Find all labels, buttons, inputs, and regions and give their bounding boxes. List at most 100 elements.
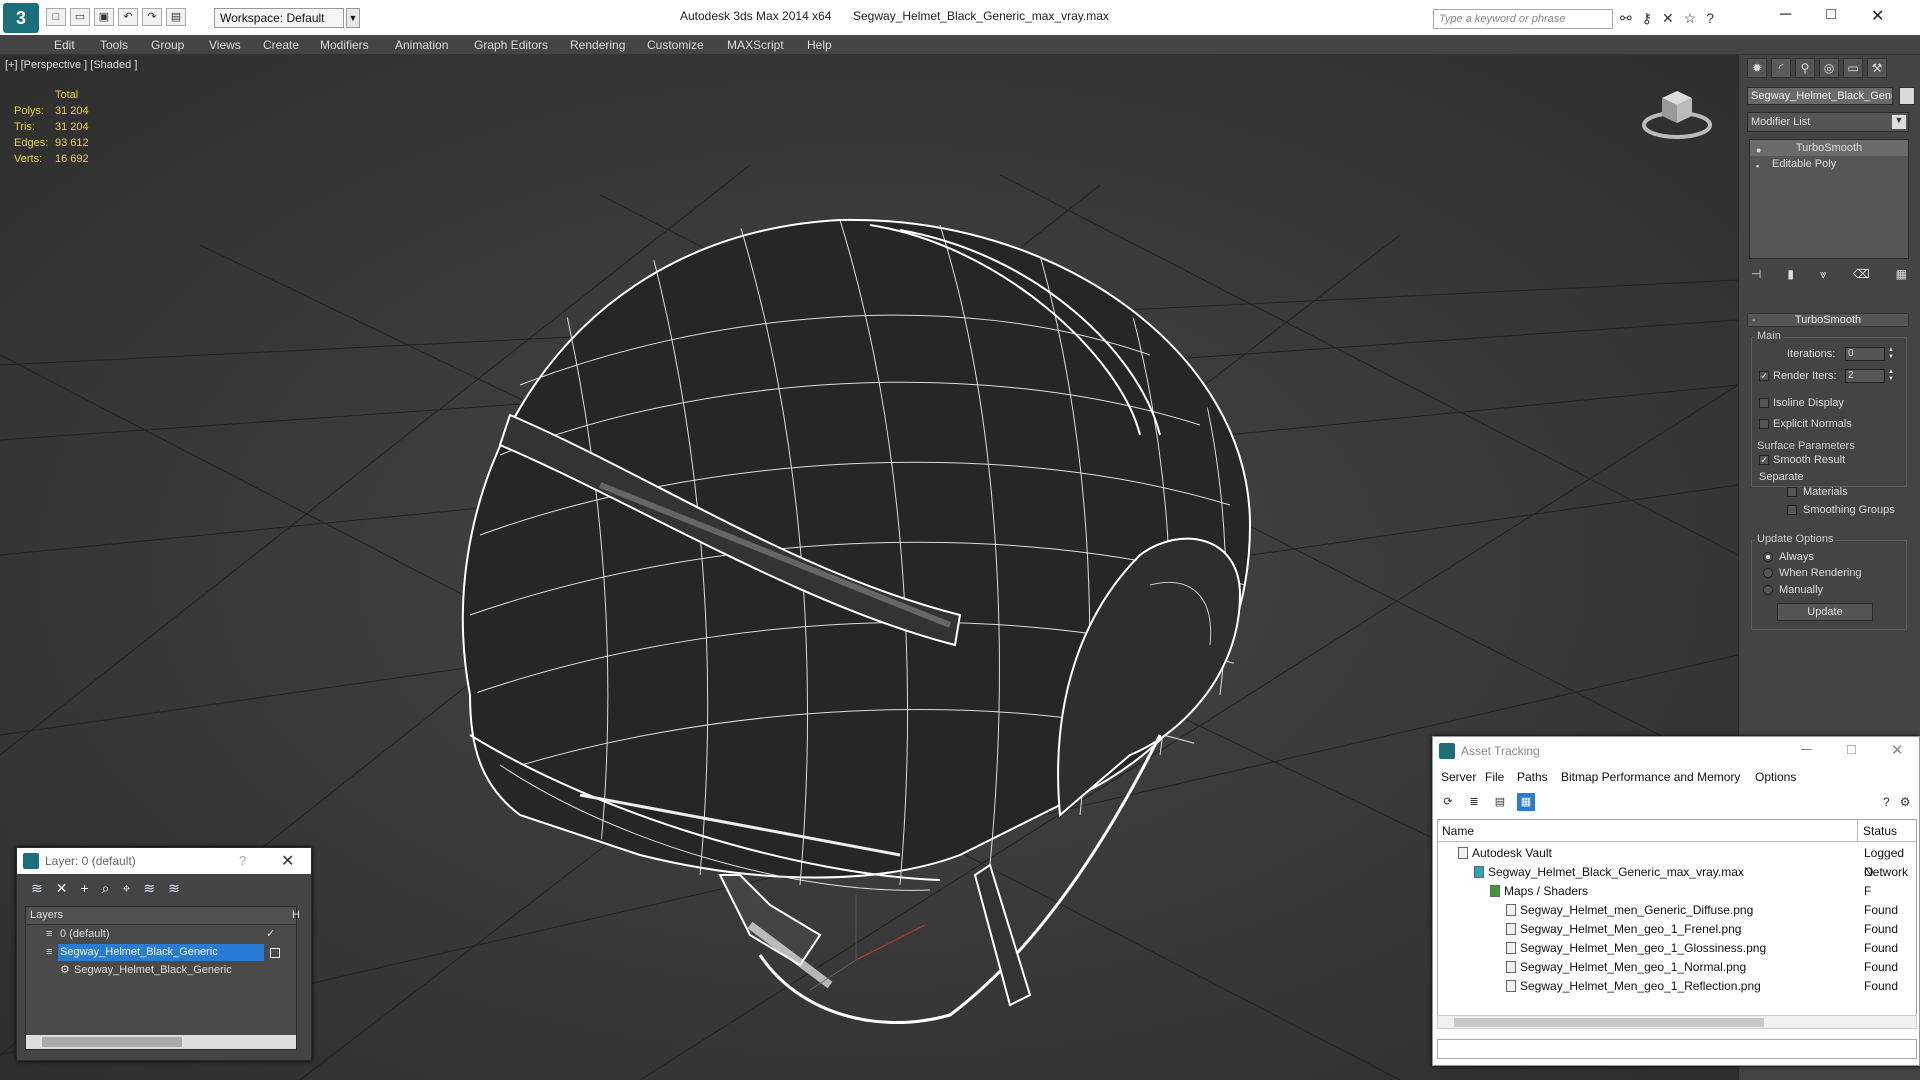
thumbnail-view-icon[interactable]: ▤: [1491, 793, 1509, 811]
close-icon[interactable]: ✕: [281, 851, 294, 871]
open-file-icon[interactable]: ▭: [70, 8, 90, 26]
modify-tab-icon[interactable]: ◜: [1771, 58, 1791, 78]
freeze-all-icon[interactable]: ≋: [168, 880, 180, 897]
list-view-icon[interactable]: ≣: [1465, 793, 1483, 811]
pin-stack-icon[interactable]: ⊣: [1751, 267, 1761, 282]
chevron-down-icon[interactable]: ▼: [346, 8, 360, 28]
checkmark-icon[interactable]: ✓: [266, 926, 275, 943]
turbosmooth-rollout-header[interactable]: - TurboSmooth: [1747, 313, 1909, 327]
horizontal-scrollbar[interactable]: [1437, 1015, 1917, 1029]
layer-window-titlebar[interactable]: Layer: 0 (default) ? ✕: [17, 848, 311, 874]
layer-tree[interactable]: Layers H ≡ 0 (default) ✓ ≡ Segway_Helmet…: [25, 906, 300, 1050]
create-tab-icon[interactable]: ✹: [1747, 58, 1767, 78]
configure-sets-icon[interactable]: ▦: [1896, 267, 1907, 282]
viewport-label[interactable]: [+] [Perspective ] [Shaded ]: [5, 59, 137, 71]
spinner-arrows-icon[interactable]: ▲ ▼: [1887, 347, 1895, 361]
minimize-icon[interactable]: ─: [1801, 741, 1812, 758]
make-unique-icon[interactable]: ⩔: [1820, 267, 1827, 282]
menu-server[interactable]: Server: [1441, 770, 1476, 784]
expand-plus-icon[interactable]: ▪: [1756, 158, 1759, 174]
when-rendering-radio[interactable]: [1763, 568, 1773, 578]
maximize-icon[interactable]: □: [1847, 741, 1856, 758]
menu-options[interactable]: Options: [1755, 770, 1796, 784]
horizontal-scrollbar[interactable]: [26, 1035, 296, 1049]
hide-all-icon[interactable]: ≋: [143, 880, 155, 897]
layer-row-helmet[interactable]: ≡ Segway_Helmet_Black_Generic: [26, 944, 296, 961]
stack-item-turbosmooth[interactable]: ● TurboSmooth: [1750, 140, 1908, 156]
search-input[interactable]: Type a keyword or phrase: [1433, 9, 1613, 29]
minimize-icon[interactable]: ─: [1780, 6, 1791, 26]
highlight-layer-icon[interactable]: ⌖: [123, 880, 131, 897]
modifier-list-dropdown[interactable]: Modifier List ▼: [1747, 112, 1909, 132]
add-selection-icon[interactable]: +: [80, 880, 88, 897]
materials-checkbox[interactable]: [1787, 487, 1797, 497]
manually-radio[interactable]: [1763, 585, 1773, 595]
menu-customize[interactable]: Customize: [647, 38, 704, 52]
help-icon[interactable]: ?: [1706, 10, 1714, 27]
create-layer-icon[interactable]: ≋: [31, 880, 43, 897]
asset-row[interactable]: Segway_Helmet_Men_geo_1_Reflection.png Fo…: [1438, 977, 1916, 996]
asset-row[interactable]: Maps / Shaders: [1438, 882, 1916, 901]
object-name-field[interactable]: Segway_Helmet_Black_Generic: [1747, 87, 1893, 105]
redo-icon[interactable]: ↷: [142, 8, 162, 26]
new-file-icon[interactable]: □: [46, 8, 66, 26]
table-view-icon[interactable]: ▦: [1517, 793, 1535, 811]
spinner-arrows-icon[interactable]: ▲ ▼: [1887, 369, 1895, 383]
binoculars-icon[interactable]: ⚯: [1620, 10, 1632, 27]
modifier-stack[interactable]: ● TurboSmooth ▪ Editable Poly: [1749, 139, 1909, 259]
select-objects-icon[interactable]: ⌕: [102, 880, 110, 897]
menu-modifiers[interactable]: Modifiers: [320, 38, 369, 52]
motion-tab-icon[interactable]: ◎: [1819, 58, 1839, 78]
menu-tools[interactable]: Tools: [100, 38, 128, 52]
render-iters-spinner[interactable]: 2: [1845, 369, 1885, 383]
explicit-normals-checkbox[interactable]: [1759, 419, 1769, 429]
asset-table[interactable]: Name Status Autodesk Vault Logged O Segwa…: [1437, 819, 1917, 1019]
viewcube-icon[interactable]: [1642, 83, 1712, 143]
update-button[interactable]: Update: [1777, 603, 1873, 621]
show-end-result-icon[interactable]: ▮: [1787, 267, 1794, 282]
project-folder-icon[interactable]: ▤: [166, 8, 186, 26]
menu-create[interactable]: Create: [263, 38, 299, 52]
asset-path-field[interactable]: [1437, 1039, 1917, 1059]
stack-item-editable-poly[interactable]: ▪ Editable Poly: [1750, 156, 1908, 172]
delete-layer-icon[interactable]: ✕: [56, 880, 68, 897]
help-icon[interactable]: ?: [239, 853, 246, 868]
asset-row[interactable]: Autodesk Vault Logged O: [1438, 844, 1916, 879]
object-color-swatch[interactable]: [1899, 87, 1915, 105]
menu-group[interactable]: Group: [151, 38, 184, 52]
smooth-result-checkbox[interactable]: ✓: [1759, 455, 1769, 465]
remove-modifier-icon[interactable]: ⌫: [1853, 267, 1870, 282]
asset-row[interactable]: Segway_Helmet_men_Generic_Diffuse.png Fou…: [1438, 901, 1916, 920]
save-icon[interactable]: ▣: [94, 8, 114, 26]
menu-bitmap-performance[interactable]: Bitmap Performance and Memory: [1561, 770, 1740, 784]
status-column-header[interactable]: Status: [1858, 820, 1916, 842]
menu-views[interactable]: Views: [209, 38, 241, 52]
maximize-icon[interactable]: □: [1826, 6, 1836, 26]
display-tab-icon[interactable]: ▭: [1843, 58, 1863, 78]
menu-file[interactable]: File: [1485, 770, 1504, 784]
app-logo-button[interactable]: 3: [3, 3, 39, 33]
menu-rendering[interactable]: Rendering: [570, 38, 625, 52]
asset-row[interactable]: Segway_Helmet_Men_geo_1_Frenel.png Found: [1438, 920, 1916, 939]
menu-paths[interactable]: Paths: [1517, 770, 1548, 784]
always-radio[interactable]: [1763, 552, 1773, 562]
isoline-display-checkbox[interactable]: [1759, 398, 1769, 408]
name-column-header[interactable]: Name: [1438, 820, 1858, 842]
asset-row[interactable]: Segway_Helmet_Men_geo_1_Normal.png Found: [1438, 958, 1916, 977]
menu-edit[interactable]: Edit: [54, 38, 75, 52]
utilities-tab-icon[interactable]: ⚒: [1867, 58, 1887, 78]
object-row-helmet[interactable]: ⚙ Segway_Helmet_Black_Generic: [26, 962, 296, 979]
smoothing-groups-checkbox[interactable]: [1787, 505, 1797, 515]
render-iters-checkbox[interactable]: ✓: [1759, 371, 1769, 381]
menu-help[interactable]: Help: [807, 38, 832, 52]
asset-window-titlebar[interactable]: Asset Tracking ─ □ ✕: [1433, 737, 1919, 765]
undo-icon[interactable]: ↶: [118, 8, 138, 26]
help-icon[interactable]: ?: [1883, 795, 1890, 809]
workspace-dropdown[interactable]: Workspace: Default: [214, 8, 344, 28]
asset-row[interactable]: Segway_Helmet_Men_geo_1_Glossiness.png Fo…: [1438, 939, 1916, 958]
star-icon[interactable]: ☆: [1684, 10, 1697, 27]
iterations-spinner[interactable]: 0: [1845, 347, 1885, 361]
hide-toggle[interactable]: [270, 948, 280, 958]
menu-graph-editors[interactable]: Graph Editors: [474, 38, 548, 52]
menu-maxscript[interactable]: MAXScript: [727, 38, 784, 52]
